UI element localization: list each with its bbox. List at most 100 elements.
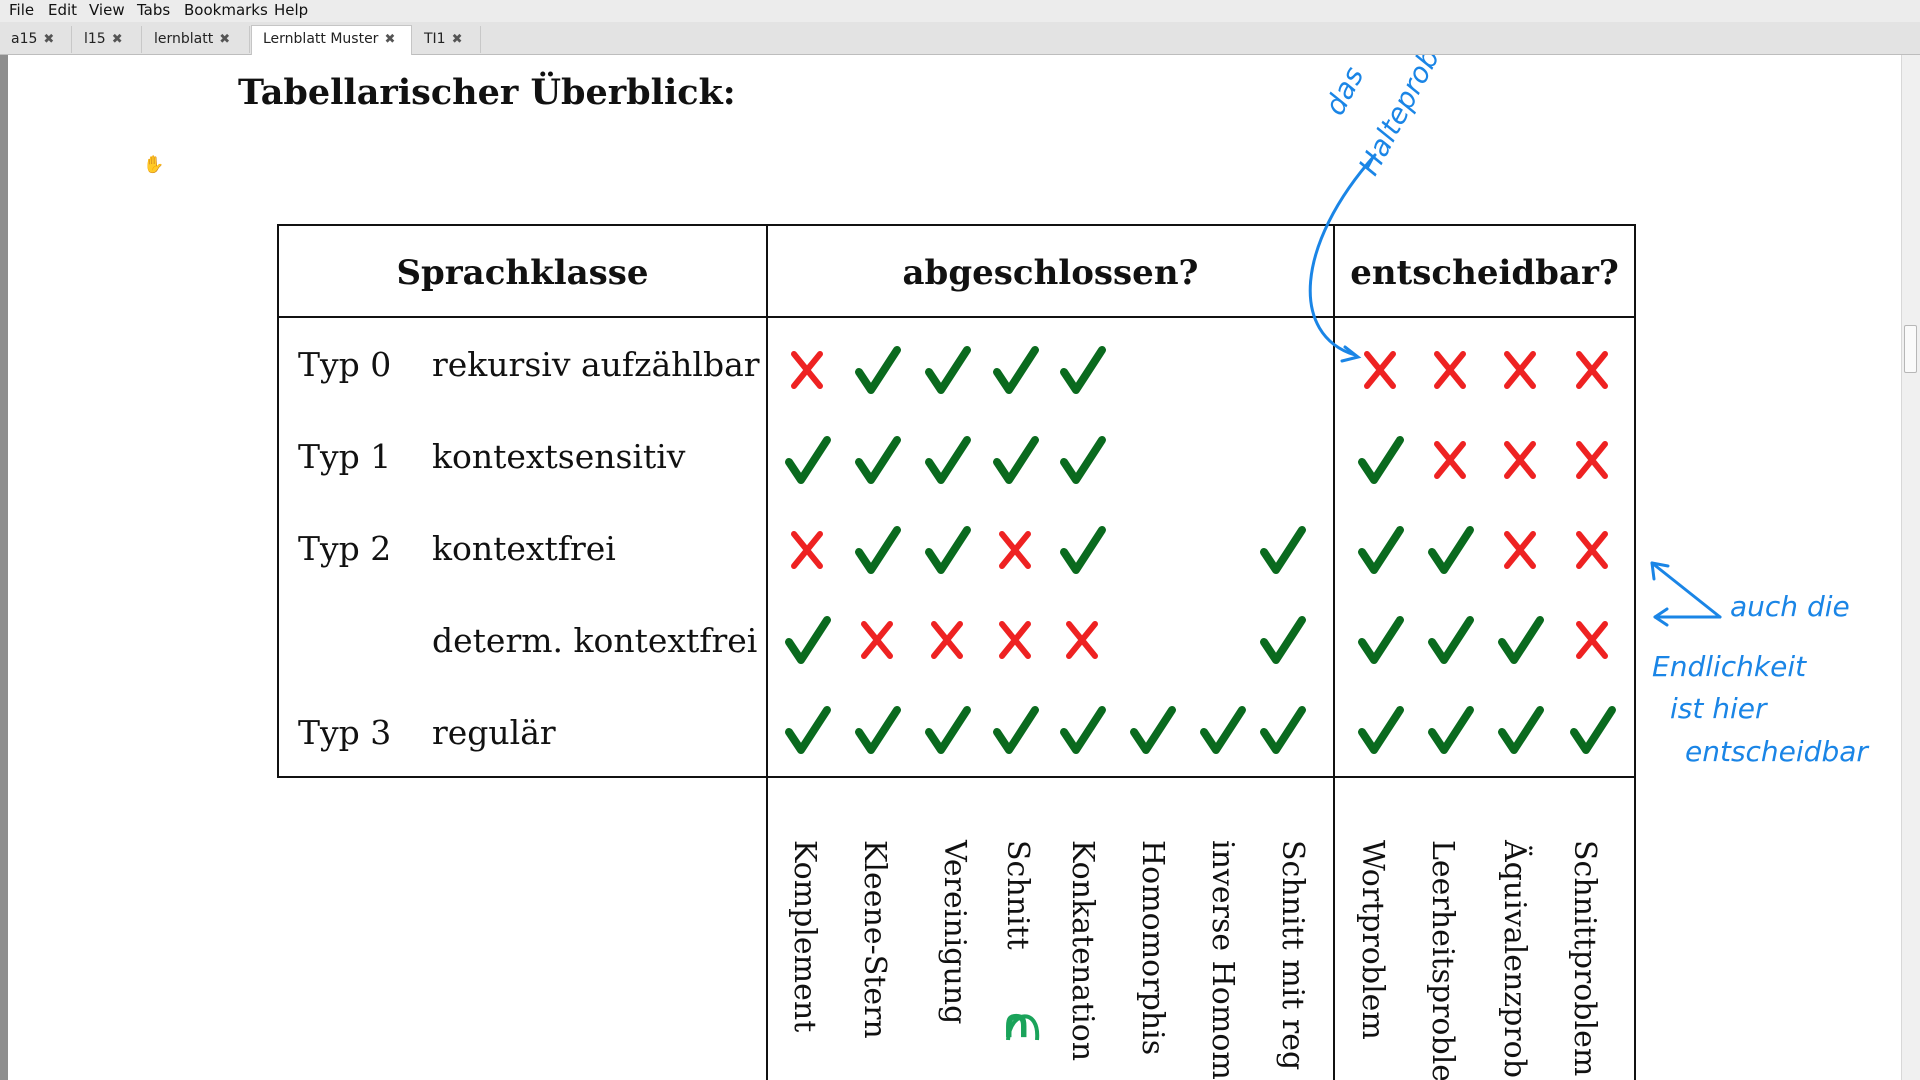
check-mark-icon (1130, 706, 1176, 754)
row-type: Typ 3 (298, 713, 392, 752)
close-icon[interactable]: ✖ (384, 32, 395, 47)
check-mark-icon (925, 346, 971, 394)
table-border (277, 224, 1636, 778)
check-mark-icon (785, 616, 831, 664)
menu-bookmarks[interactable]: Bookmarks (184, 1, 268, 19)
closure-op-label: Konkatenation (1065, 840, 1100, 1062)
tab-ti1[interactable]: TI1 ✖ (413, 26, 481, 53)
tab-bar: a15 ✖ l15 ✖ lernblatt ✖ Lernblatt Muster ✖ T… (0, 22, 1920, 55)
row-type: Typ 1 (298, 437, 392, 476)
tab-label: TI1 (424, 31, 446, 47)
cross-mark-icon (1576, 351, 1608, 389)
cross-mark-icon (1576, 441, 1608, 479)
row-type: Typ 0 (298, 345, 392, 384)
tab-lernblatt[interactable]: lernblatt ✖ (143, 26, 250, 53)
check-mark-icon (925, 526, 971, 574)
check-mark-icon (1260, 526, 1306, 574)
closure-op-label: Vereinigung (937, 840, 972, 1025)
intersection-symbol: ∩ (1000, 1001, 1033, 1047)
header-sprachklasse: Sprachklasse (396, 253, 649, 293)
decision-problem-label: Wortproblem (1355, 840, 1390, 1040)
menu-bar: File Edit View Tabs Bookmarks Help (0, 0, 1920, 22)
menu-file[interactable]: File (9, 1, 34, 19)
row-name: rekursiv aufzählbar (432, 345, 760, 384)
cross-mark-icon (1364, 351, 1396, 389)
close-icon[interactable]: ✖ (219, 32, 230, 47)
check-mark-icon (855, 526, 901, 574)
tab-lernblatt-muster[interactable]: Lernblatt Muster ✖ (251, 25, 412, 55)
handwritten-note: Endlichkeit (1652, 650, 1807, 683)
cross-mark-icon (1504, 351, 1536, 389)
check-mark-icon (855, 706, 901, 754)
decision-problem-label: Schnittproblem (1567, 840, 1602, 1077)
check-mark-icon (855, 346, 901, 394)
cross-mark-icon (1504, 441, 1536, 479)
closure-op-label: inverse Homom (1205, 840, 1240, 1080)
header-entscheidbar: entscheidbar? (1350, 253, 1619, 293)
cross-mark-icon (999, 531, 1031, 569)
decision-problem-label: Leerheitsproble (1425, 840, 1460, 1080)
row-name: kontextfrei (432, 529, 616, 568)
check-mark-icon (785, 706, 831, 754)
check-mark-icon (993, 436, 1039, 484)
check-mark-icon (1358, 526, 1404, 574)
menu-tabs[interactable]: Tabs (137, 1, 170, 19)
check-mark-icon (1260, 616, 1306, 664)
row-name: regulär (432, 713, 556, 752)
scrollbar-thumb[interactable] (1904, 325, 1917, 373)
check-mark-icon (1260, 706, 1306, 754)
check-mark-icon (1358, 616, 1404, 664)
check-mark-icon (1498, 706, 1544, 754)
check-mark-icon (1358, 436, 1404, 484)
close-icon[interactable]: ✖ (43, 32, 54, 47)
cross-mark-icon (1504, 531, 1536, 569)
check-mark-icon (1570, 706, 1616, 754)
check-mark-icon (993, 346, 1039, 394)
check-mark-icon (1428, 706, 1474, 754)
check-mark-icon (785, 436, 831, 484)
cross-mark-icon (1066, 621, 1098, 659)
menu-edit[interactable]: Edit (48, 1, 77, 19)
handwritten-note: entscheidbar (1685, 735, 1868, 768)
cross-mark-icon (1576, 531, 1608, 569)
tab-label: a15 (11, 31, 38, 47)
cross-mark-icon (791, 351, 823, 389)
check-mark-icon (1060, 346, 1106, 394)
check-mark-icon (855, 436, 901, 484)
tab-a15[interactable]: a15 ✖ (0, 26, 72, 53)
arrow-up-icon (1650, 561, 1722, 619)
check-mark-icon (1498, 616, 1544, 664)
closure-op-label: Homomorphis (1135, 840, 1170, 1056)
check-mark-icon (1060, 436, 1106, 484)
check-mark-icon (1428, 526, 1474, 574)
cross-mark-icon (1434, 351, 1466, 389)
cross-mark-icon (999, 621, 1031, 659)
closure-op-label: Schnitt (1000, 840, 1035, 950)
close-icon[interactable]: ✖ (452, 32, 463, 47)
check-mark-icon (925, 436, 971, 484)
tab-l15[interactable]: l15 ✖ (73, 26, 142, 53)
close-icon[interactable]: ✖ (112, 32, 123, 47)
cross-mark-icon (1434, 441, 1466, 479)
vertical-scrollbar[interactable] (1901, 55, 1920, 1080)
check-mark-icon (1060, 706, 1106, 754)
row-name: kontextsensitiv (432, 437, 686, 476)
tab-label: Lernblatt Muster (263, 31, 379, 47)
cross-mark-icon (791, 531, 823, 569)
tab-label: lernblatt (154, 31, 214, 47)
row-type: Typ 2 (298, 529, 392, 568)
closure-op-label: Komplement (787, 840, 822, 1033)
cross-mark-icon (861, 621, 893, 659)
closure-op-label: Kleene-Stern (857, 840, 892, 1039)
cross-mark-icon (931, 621, 963, 659)
check-mark-icon (1428, 616, 1474, 664)
check-mark-icon (1060, 526, 1106, 574)
header-abgeschlossen: abgeschlossen? (902, 253, 1199, 293)
row-name: determ. kontextfrei (432, 621, 758, 660)
check-mark-icon (993, 706, 1039, 754)
document-view[interactable]: ✋ Tabellarischer Überblick: Sprachklasse… (0, 55, 1920, 1080)
menu-view[interactable]: View (89, 1, 125, 19)
menu-help[interactable]: Help (274, 1, 308, 19)
check-mark-icon (1200, 706, 1246, 754)
handwritten-note: auch die (1730, 590, 1850, 623)
